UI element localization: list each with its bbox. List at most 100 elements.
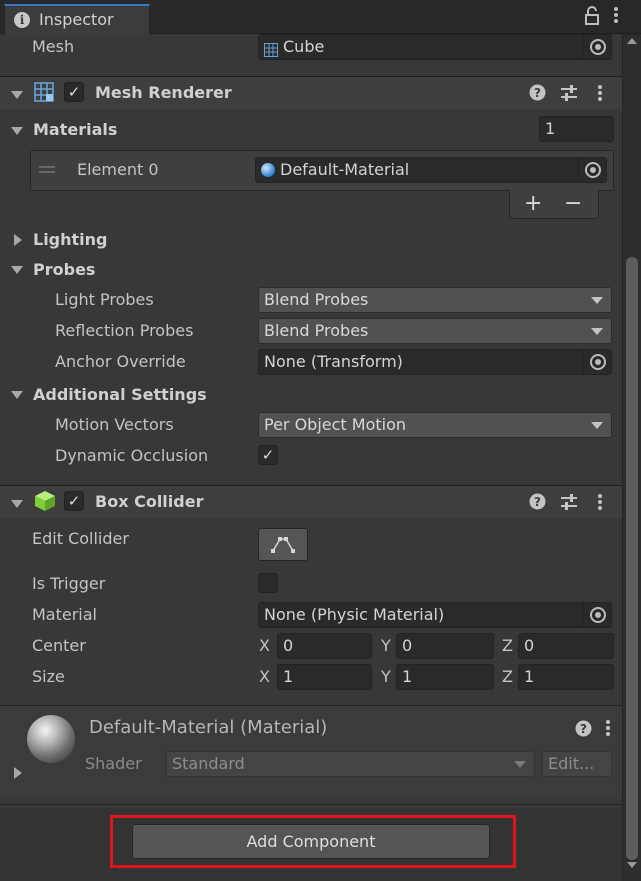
- additional-settings-label: Additional Settings: [33, 385, 207, 404]
- edit-collider-icon: [271, 537, 295, 553]
- shader-label: Shader: [85, 754, 142, 773]
- light-probes-dropdown[interactable]: Blend Probes: [258, 287, 612, 313]
- element-0-value: Default-Material: [280, 160, 410, 179]
- lock-icon[interactable]: [584, 6, 600, 30]
- svg-text:?: ?: [534, 86, 541, 100]
- box-collider-header[interactable]: ✓ Box Collider ?: [0, 485, 622, 518]
- reflection-probes-label: Reflection Probes: [55, 321, 194, 340]
- size-y-label[interactable]: Y: [381, 667, 391, 686]
- chevron-down-icon: [514, 761, 526, 768]
- help-icon[interactable]: ?: [575, 720, 592, 741]
- inspector-content[interactable]: Mesh Cube ✓ Mesh Renderer ? Materials 1 …: [0, 34, 622, 881]
- material-preview-sphere: [27, 715, 75, 763]
- shader-value: Standard: [172, 754, 245, 773]
- dynamic-occlusion-label: Dynamic Occlusion: [55, 446, 209, 465]
- center-y-label[interactable]: Y: [381, 636, 391, 655]
- materials-foldout-icon[interactable]: [11, 127, 23, 135]
- size-label: Size: [32, 667, 65, 686]
- mesh-field[interactable]: Cube: [258, 34, 612, 60]
- foldout-arrow-icon[interactable]: [11, 91, 23, 99]
- box-collider-icon: [34, 490, 56, 516]
- material-preview-title: Default-Material (Material): [89, 717, 328, 738]
- additional-settings-foldout-icon[interactable]: [11, 391, 23, 399]
- light-probes-label: Light Probes: [55, 290, 154, 309]
- shader-dropdown[interactable]: Standard: [166, 751, 535, 777]
- size-y-field[interactable]: 1: [396, 664, 494, 690]
- kebab-menu-icon[interactable]: [613, 5, 619, 29]
- mesh-renderer-enabled-checkbox[interactable]: ✓: [64, 82, 84, 102]
- is-trigger-label: Is Trigger: [32, 574, 106, 593]
- anchor-override-field[interactable]: None (Transform): [258, 349, 612, 375]
- scrollbar-thumb[interactable]: [626, 257, 638, 860]
- center-y-field[interactable]: 0: [396, 633, 494, 659]
- list-add-remove: + −: [509, 190, 599, 219]
- foldout-arrow-icon[interactable]: [11, 500, 23, 508]
- reflection-probes-dropdown[interactable]: Blend Probes: [258, 318, 612, 344]
- reflection-probes-value: Blend Probes: [264, 321, 369, 340]
- mesh-renderer-title: Mesh Renderer: [95, 83, 232, 102]
- chevron-down-icon: [591, 297, 603, 304]
- object-picker-icon[interactable]: [590, 39, 606, 55]
- motion-vectors-label: Motion Vectors: [55, 415, 174, 434]
- kebab-menu-icon[interactable]: [597, 492, 603, 516]
- tab-inspector-label: Inspector: [39, 10, 114, 29]
- help-icon[interactable]: ?: [529, 84, 546, 105]
- edit-collider-button[interactable]: [258, 528, 308, 561]
- motion-vectors-value: Per Object Motion: [264, 415, 407, 434]
- materials-list: Element 0 Default-Material: [30, 150, 614, 191]
- help-icon[interactable]: ?: [529, 493, 546, 514]
- probes-foldout-icon[interactable]: [11, 266, 23, 274]
- size-x-field[interactable]: 1: [277, 664, 372, 690]
- edit-collider-label: Edit Collider: [32, 529, 129, 548]
- kebab-menu-icon[interactable]: [605, 718, 611, 742]
- tab-inspector[interactable]: i Inspector: [4, 4, 150, 35]
- anchor-override-label: Anchor Override: [55, 352, 186, 371]
- object-picker-icon[interactable]: [590, 354, 606, 370]
- element-0-field[interactable]: Default-Material: [255, 157, 607, 183]
- box-collider-title: Box Collider: [95, 492, 204, 511]
- mesh-renderer-header[interactable]: ✓ Mesh Renderer ?: [0, 76, 622, 109]
- preset-sliders-icon[interactable]: [560, 84, 578, 106]
- chevron-down-icon: [591, 328, 603, 335]
- material-sphere-icon: [261, 163, 275, 177]
- center-label: Center: [32, 636, 86, 655]
- tab-bar: i Inspector: [0, 0, 641, 35]
- materials-count-field[interactable]: 1: [539, 116, 614, 142]
- size-x-label[interactable]: X: [259, 667, 270, 686]
- add-component-button[interactable]: Add Component: [132, 824, 490, 859]
- mesh-renderer-icon: [34, 82, 54, 106]
- preview-foldout-icon[interactable]: [14, 767, 22, 779]
- kebab-menu-icon[interactable]: [597, 83, 603, 107]
- center-x-label[interactable]: X: [259, 636, 270, 655]
- motion-vectors-dropdown[interactable]: Per Object Motion: [258, 412, 612, 438]
- dynamic-occlusion-checkbox[interactable]: ✓: [258, 445, 278, 465]
- collider-material-label: Material: [32, 605, 97, 624]
- box-collider-enabled-checkbox[interactable]: ✓: [64, 491, 84, 511]
- preset-sliders-icon[interactable]: [560, 493, 578, 515]
- size-z-field[interactable]: 1: [518, 664, 614, 690]
- add-element-button[interactable]: +: [524, 191, 542, 216]
- element-0-label: Element 0: [77, 160, 159, 179]
- lighting-label: Lighting: [33, 230, 108, 249]
- scroll-down-icon[interactable]: [627, 862, 637, 868]
- is-trigger-checkbox[interactable]: [258, 573, 278, 593]
- drag-handle-icon[interactable]: [39, 166, 55, 168]
- lighting-foldout-icon[interactable]: [14, 234, 22, 246]
- vertical-scrollbar[interactable]: [622, 34, 641, 881]
- size-z-label[interactable]: Z: [502, 667, 513, 686]
- center-z-field[interactable]: 0: [518, 633, 614, 659]
- mesh-grid-icon: [264, 40, 278, 59]
- info-icon: i: [14, 12, 30, 28]
- collider-material-field[interactable]: None (Physic Material): [258, 602, 612, 628]
- shader-edit-button[interactable]: Edit...: [542, 751, 612, 777]
- remove-element-button[interactable]: −: [564, 191, 582, 216]
- center-x-field[interactable]: 0: [277, 633, 372, 659]
- object-picker-icon[interactable]: [590, 607, 606, 623]
- add-component-area: Add Component: [0, 808, 622, 881]
- materials-label: Materials: [33, 120, 118, 139]
- center-z-label[interactable]: Z: [502, 636, 513, 655]
- mesh-label: Mesh: [32, 37, 75, 56]
- mesh-value: Cube: [283, 37, 325, 56]
- object-picker-icon[interactable]: [585, 162, 601, 178]
- scroll-up-icon[interactable]: [627, 38, 637, 44]
